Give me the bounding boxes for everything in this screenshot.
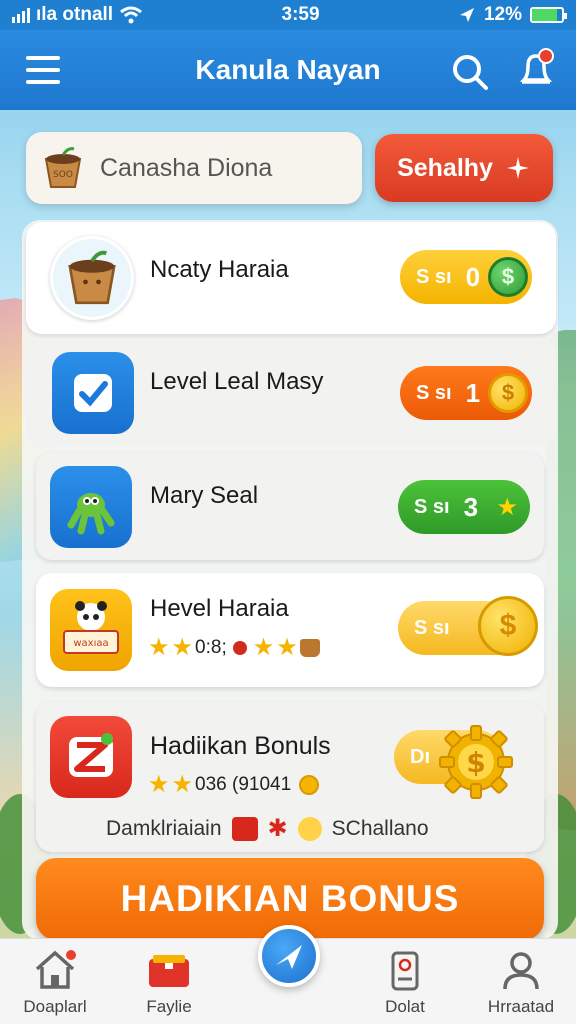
reward-prefix: S sı <box>416 265 452 288</box>
plant-pot-icon: SOO <box>44 147 82 188</box>
panda-sign-icon: waxıaa <box>50 589 132 671</box>
reward-amount: 0 <box>465 261 481 292</box>
battery-icon <box>529 7 567 23</box>
task-name: Mary Seal <box>150 482 259 509</box>
gold-gear-coin-icon: $ <box>439 725 513 799</box>
user-icon <box>503 952 539 990</box>
face-icon <box>297 816 322 841</box>
sparkle-icon <box>506 157 529 179</box>
star-icon: ★ <box>252 634 275 661</box>
coin-icon: $ <box>488 373 528 413</box>
phone-card-icon <box>391 951 419 991</box>
rating-row: ★ ★ 0:8; ★ ★ <box>148 633 320 662</box>
status-bar: ıla otnall 3:59 12% <box>0 0 576 30</box>
svg-text:$: $ <box>466 746 485 779</box>
challenge-left-label: Damklriaiain <box>106 816 222 840</box>
icon-sign-label: waxıaa <box>73 638 108 649</box>
svg-text:SOO: SOO <box>53 170 73 180</box>
status-time: 3:59 <box>281 4 320 25</box>
carrier-label: ıla otnall <box>36 4 114 25</box>
battery-percent: 12% <box>483 4 522 25</box>
shortcut-button[interactable]: Sehalhy <box>375 134 553 202</box>
bonus-app-icon <box>50 716 132 798</box>
star-icon: ★ <box>148 634 170 661</box>
rating-row: ★ ★ 036 (91041 <box>148 770 320 799</box>
task-card[interactable]: waxıaa Hevel Haraia ★ ★ 0:8; ★ ★ S sı $ <box>36 573 544 687</box>
nav-label: Doaplarl <box>23 997 87 1016</box>
task-name: Hadiikan Bonuls <box>150 732 331 760</box>
gift-bag-icon <box>231 816 258 841</box>
signal-icon <box>12 7 30 23</box>
checkmark-icon <box>52 352 134 434</box>
search-input[interactable]: SOO Canasha Diona <box>26 132 362 204</box>
wifi-icon <box>120 6 143 24</box>
nav-label: Dolat <box>385 997 425 1016</box>
reward-amount: 3 <box>463 491 479 522</box>
red-gem-icon <box>232 640 247 655</box>
task-card[interactable]: Ncaty Haraia S sı 0 $ <box>26 222 556 334</box>
task-detail: 036 (91041 <box>195 773 292 795</box>
star-icon: ★ <box>496 493 518 521</box>
star-icon: ★ <box>171 771 194 798</box>
star-icon: ★ <box>148 771 170 798</box>
reward-prefix: Dı <box>410 745 430 768</box>
center-action-button[interactable] <box>258 925 320 987</box>
location-arrow-icon <box>459 8 474 22</box>
task-card[interactable]: Mary Seal S sı 3 ★ <box>36 452 544 560</box>
green-coin-icon: $ <box>488 257 528 297</box>
reward-pill[interactable]: S sı 1 $ <box>400 366 532 420</box>
red-box-icon <box>149 955 189 987</box>
monster-icon <box>50 466 132 548</box>
task-name: Hevel Haraia <box>150 595 289 622</box>
flower-icon: ✱ <box>267 815 288 842</box>
task-card[interactable]: Level Leal Masy S sı 1 $ <box>26 338 556 446</box>
challenge-row: Damklriaiain ✱ SChallano <box>106 814 486 843</box>
send-icon <box>276 945 302 969</box>
task-name: Ncaty Haraia <box>150 256 289 283</box>
task-detail: 0:8; <box>195 636 227 658</box>
home-icon <box>35 950 76 989</box>
nav-item-tasks[interactable]: Faylie <box>114 949 224 1017</box>
task-name: Level Leal Masy <box>150 368 324 395</box>
reward-pill[interactable]: S sı $ <box>398 596 538 656</box>
reward-pill[interactable]: S sı 3 ★ <box>398 480 530 534</box>
search-icon[interactable] <box>450 52 490 92</box>
nav-label: Faylie <box>146 997 192 1016</box>
star-icon: ★ <box>171 634 194 661</box>
big-coin-icon: $ <box>478 596 538 656</box>
menu-icon[interactable] <box>26 56 60 84</box>
app-header: Kanula Nayan <box>0 30 576 110</box>
plant-pot-icon <box>50 236 134 320</box>
nav-item-profile[interactable]: Hrraatad <box>466 949 576 1017</box>
shortcut-button-label: Sehalhy <box>397 153 493 182</box>
search-placeholder: Canasha Diona <box>100 153 273 182</box>
reward-prefix: S sı <box>414 495 450 518</box>
reward-prefix: S sı <box>416 381 452 404</box>
challenge-right-label: SChallano <box>331 816 429 840</box>
reward-pill[interactable]: S sı 0 $ <box>400 250 532 304</box>
page-title: Kanula Nayan <box>195 54 381 85</box>
nav-item-home[interactable]: Doaplarl <box>0 949 110 1017</box>
nav-label: Hrraatad <box>487 997 555 1016</box>
star-icon: ★ <box>276 634 298 661</box>
bonus-button-label: HADIKIAN BONUS <box>120 878 460 919</box>
reward-prefix: S sı <box>414 616 450 639</box>
pot-small-icon <box>299 638 320 657</box>
bottom-nav: Doaplarl Faylie Dolat Hrraatad <box>0 925 576 1024</box>
notification-badge <box>538 48 554 64</box>
reward-amount: 1 <box>465 377 481 408</box>
coin-small-icon <box>299 774 320 795</box>
nav-item-wallet[interactable]: Dolat <box>350 949 460 1017</box>
